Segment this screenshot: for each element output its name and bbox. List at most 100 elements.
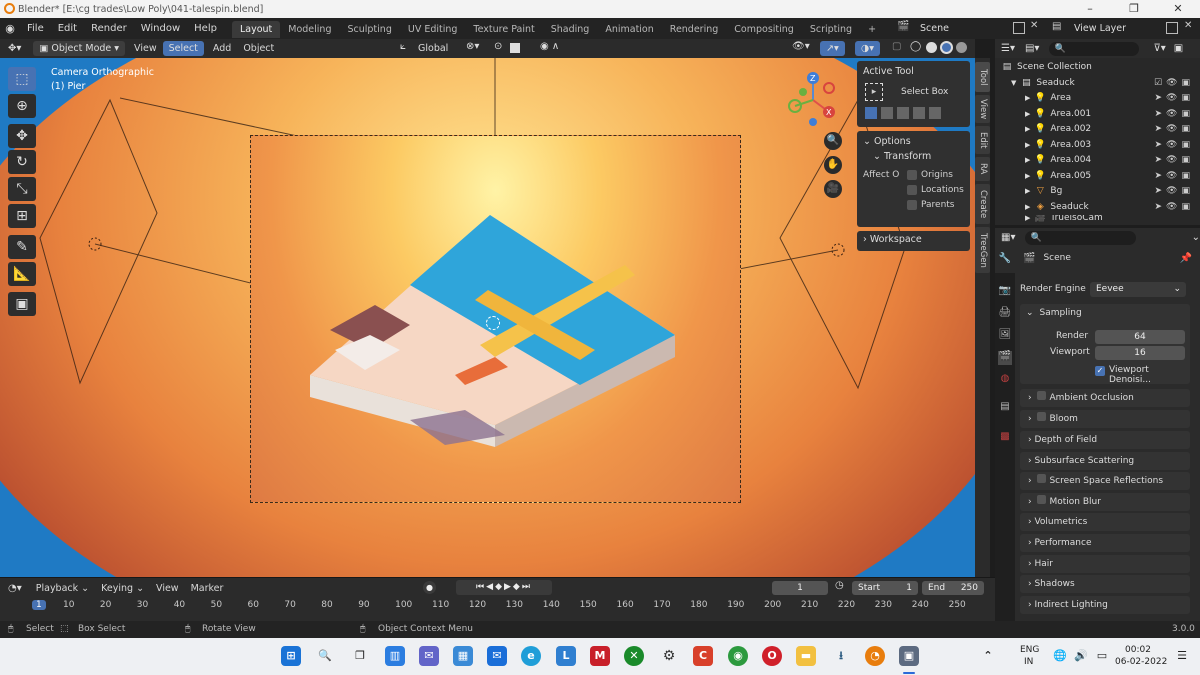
select-box-icon[interactable]: ▸ [865,83,883,101]
bloom-checkbox[interactable] [1037,412,1047,421]
timeline-view-menu[interactable]: View [150,579,185,598]
notification-icon[interactable]: ☰ [1172,646,1192,666]
active-app-icon[interactable]: ▣ [899,646,919,666]
minimize-button[interactable]: – [1068,0,1112,18]
outliner-row-area-003[interactable]: ▶ 💡 Area.003 ➤👁▣ [995,138,1200,154]
ambient-occlusion-checkbox[interactable] [1037,391,1047,400]
pivot-icon[interactable]: ⊗▾ [466,41,479,52]
tab-treegen[interactable]: TreeGen [975,227,990,273]
tab-tool[interactable]: Tool [975,62,990,92]
panel-screen-space-reflections[interactable]: › Screen Space Reflections [1020,472,1190,490]
render-tab-icon[interactable]: 📷 [998,285,1012,299]
search-icon[interactable]: 🔍 [315,646,335,666]
area-light-left-shape[interactable] [39,98,158,385]
pan-hand-icon[interactable]: ✋ [824,156,842,174]
expand-arrow-icon[interactable]: ▶ [1025,215,1030,223]
expand-arrow-icon[interactable]: ▶ [1025,138,1030,154]
parents-checkbox[interactable] [907,200,917,210]
sampling-header[interactable]: ⌄ Sampling [1020,304,1190,322]
panel-performance[interactable]: › Performance [1020,534,1190,552]
expand-arrow-icon[interactable]: ▶ [1025,91,1030,107]
view-layer-name[interactable]: View Layer [1074,18,1126,39]
downloads-icon[interactable]: ⭳ [831,646,851,666]
mode-selector[interactable]: ▣ Object Mode ▾ [33,41,126,56]
timeline-editor-icon[interactable]: ◔▾ [8,583,22,594]
panel-depth-of-field[interactable]: › Depth of Field [1020,431,1190,449]
panel-bloom[interactable]: › Bloom [1020,410,1190,428]
menu-render[interactable]: Render [84,18,134,39]
volume-icon[interactable]: 🔊 [1071,646,1091,666]
select-box-tool-icon[interactable]: ⬚ [8,67,36,91]
snap-icon[interactable]: ⊙ [494,41,502,52]
tab-layout[interactable]: Layout [231,21,281,38]
locations-checkbox[interactable] [907,185,917,195]
scene-tab-icon[interactable]: 🎬 [998,351,1012,365]
outliner-row-area-002[interactable]: ▶ 💡 Area.002 ➤👁▣ [995,122,1200,138]
properties-options-icon[interactable]: ⌄ [1192,232,1200,243]
zoom-icon[interactable]: 🔍 [824,132,842,150]
tool-tab-icon[interactable]: 🔧 [998,253,1012,267]
outliner-row-bg[interactable]: ▶ ▽ Bg ➤👁▣ [995,184,1200,200]
move-tool-icon[interactable]: ✥ [8,124,36,148]
menu-object[interactable]: Object [237,39,280,58]
task-view-icon[interactable]: ❐ [350,646,370,666]
row-visibility-icons[interactable]: ➤👁▣ [1155,153,1194,169]
3d-viewport[interactable]: Camera Orthographic (1) Pier ⬚ ⊕ ✥ ↻ ⤡ ⊞… [0,58,975,577]
edge-browser-icon[interactable]: e [521,646,541,666]
new-scene-icon[interactable] [1013,22,1025,34]
record-button[interactable]: ● [423,581,436,594]
expand-arrow-icon[interactable]: ▶ [1025,107,1030,123]
expand-arrow-icon[interactable]: ▶ [1025,122,1030,138]
tab-animation[interactable]: Animation [597,21,661,38]
xray-icon[interactable]: ▢ [892,41,901,52]
scale-tool-icon[interactable]: ⤡ [8,177,36,201]
view-layer-icon[interactable]: ▤ [1052,21,1061,32]
keying-menu[interactable]: Keying ⌄ [95,579,150,598]
outliner-row-area-005[interactable]: ▶ 💡 Area.005 ➤👁▣ [995,169,1200,185]
shading-material-icon[interactable] [940,41,953,54]
blender-menu-icon[interactable]: ◉ [0,22,20,35]
mail-icon[interactable]: ✉ [487,646,507,666]
expand-arrow-icon[interactable]: ▼ [1011,76,1016,92]
outliner-row-truelsocam[interactable]: ▶ 🎥 TruelsoCam [995,215,1200,223]
proportional-edit-icon[interactable]: ◉ ∧ [540,41,559,52]
options-title[interactable]: ⌄ Options [857,134,970,149]
language-code[interactable]: ENG [1020,645,1039,655]
region-code[interactable]: IN [1024,657,1033,667]
editor-type-icon[interactable]: ✥▾ [8,43,21,54]
render-engine-dropdown[interactable]: Eevee ⌄ [1090,281,1186,297]
viewport-samples-field[interactable]: 16 [1095,346,1185,360]
scene-name[interactable]: Scene [920,18,949,39]
end-frame-field[interactable]: End 250 [922,581,984,595]
mode-subtract-icon[interactable] [897,107,909,119]
teams-chat-icon[interactable]: ✉ [419,646,439,666]
tab-rendering[interactable]: Rendering [662,21,727,38]
mode-set-icon[interactable] [865,107,877,119]
opera-browser-icon[interactable]: O [762,646,782,666]
output-tab-icon[interactable]: 🖨 [998,307,1012,321]
ssr-checkbox[interactable] [1037,474,1047,483]
row-visibility-icons[interactable]: ➤👁▣ [1155,169,1194,185]
clock-time[interactable]: 00:02 [1125,645,1151,655]
visibility-icon[interactable]: 👁▾ [792,41,810,52]
pin-icon[interactable]: 📌 [1180,253,1192,264]
mode-extend-icon[interactable] [881,107,893,119]
menu-help[interactable]: Help [187,18,224,39]
menu-window[interactable]: Window [134,18,187,39]
gizmo-toggle-icon[interactable]: ↗▾ [820,41,845,56]
properties-editor-icon[interactable]: ▦▾ [1001,232,1015,243]
preview-range-icon[interactable]: ◷ [835,580,844,591]
tab-scripting[interactable]: Scripting [802,21,860,38]
scene-collection-row[interactable]: ▤ Scene Collection [995,60,1200,76]
add-workspace-button[interactable]: + [860,21,884,38]
delete-scene-icon[interactable]: ✕ [1030,20,1038,31]
menu-edit[interactable]: Edit [51,18,84,39]
menu-file[interactable]: File [20,18,51,39]
expand-arrow-icon[interactable]: ▶ [1025,184,1030,200]
cursor-tool-icon[interactable]: ⊕ [8,94,36,118]
panel-volumetrics[interactable]: › Volumetrics [1020,513,1190,531]
mode-intersect-icon[interactable] [929,107,941,119]
navigation-gizmo[interactable]: Z X [785,70,845,130]
origins-checkbox[interactable] [907,170,917,180]
outliner-collection-row[interactable]: ▼ ▤ Seaduck ☑👁▣ [995,76,1200,92]
